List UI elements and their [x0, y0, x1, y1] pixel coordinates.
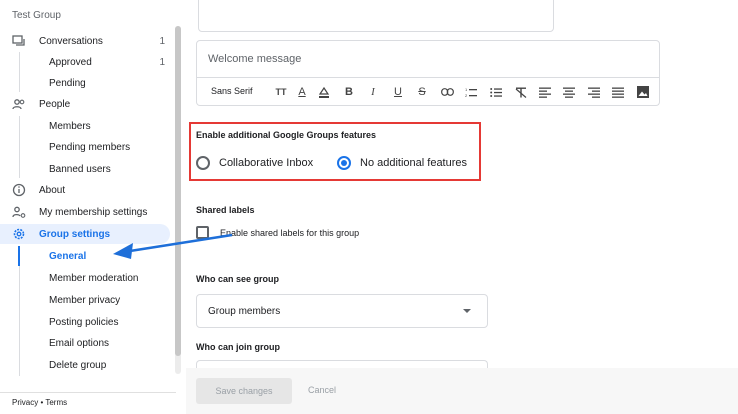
sidebar-item-about[interactable]: About: [0, 180, 172, 200]
sidebar-item-label: Group settings: [39, 228, 111, 240]
chevron-down-icon: [463, 309, 471, 313]
sidebar-item-label: Pending: [49, 77, 86, 89]
features-heading: Enable additional Google Groups features: [196, 130, 377, 140]
radio-collaborative-inbox[interactable]: Collaborative Inbox: [196, 156, 313, 170]
radio-label: Collaborative Inbox: [219, 157, 314, 169]
sidebar-item-label: Pending members: [49, 141, 131, 153]
radio-unchecked[interactable]: [196, 156, 210, 170]
sidebar-item-posting-policies[interactable]: Posting policies: [0, 312, 172, 332]
svg-text:1: 1: [465, 87, 468, 92]
shared-labels-checkbox-row[interactable]: Enable shared labels for this group: [196, 226, 359, 239]
clear-format-icon[interactable]: [513, 84, 529, 100]
sidebar-item-label: Banned users: [49, 163, 111, 175]
sidebar-item-label: Member privacy: [49, 294, 121, 306]
align-center-icon[interactable]: [561, 84, 577, 100]
sidebar-item-label: My membership settings: [39, 206, 148, 218]
sidebar-item-pending-members[interactable]: Pending members: [0, 137, 172, 157]
sidebar-item-member-privacy[interactable]: Member privacy: [0, 290, 172, 310]
count-badge: 1: [159, 56, 165, 68]
justify-icon[interactable]: [610, 84, 626, 100]
sidebar: Test Group Conversations 1 Approved 1 Pe…: [0, 0, 176, 414]
person-settings-icon: [12, 206, 26, 218]
sidebar-item-banned-users[interactable]: Banned users: [0, 159, 172, 179]
radio-checked[interactable]: [337, 156, 351, 170]
sidebar-item-members[interactable]: Members: [0, 116, 172, 136]
italic-icon[interactable]: I: [365, 84, 381, 100]
sidebar-item-delete-group[interactable]: Delete group: [0, 355, 172, 375]
sidebar-item-conversations[interactable]: Conversations 1: [0, 31, 172, 51]
chat-bubbles-icon: [12, 35, 25, 46]
gear-icon: [13, 228, 25, 240]
sidebar-item-email-options[interactable]: Email options: [0, 333, 172, 353]
select-value: Group members: [208, 305, 281, 317]
save-changes-button[interactable]: Save changes: [196, 378, 292, 404]
bulleted-list-icon[interactable]: [488, 84, 504, 100]
group-description-input[interactable]: [198, 0, 554, 32]
info-icon: [12, 183, 26, 197]
numbered-list-icon[interactable]: 12: [463, 84, 479, 100]
sidebar-item-general[interactable]: General: [0, 246, 172, 266]
align-right-icon[interactable]: [586, 84, 602, 100]
link-icon[interactable]: [439, 84, 455, 100]
sidebar-item-label: General: [49, 250, 87, 262]
radio-label: No additional features: [360, 157, 468, 169]
strikethrough-icon[interactable]: S: [414, 84, 430, 100]
shared-labels-checkbox[interactable]: [196, 226, 209, 239]
sidebar-item-label: People: [39, 98, 71, 110]
welcome-message-input[interactable]: Welcome message: [196, 40, 660, 78]
sidebar-item-label: Conversations: [39, 35, 103, 47]
welcome-placeholder: Welcome message: [208, 53, 302, 65]
sidebar-item-my-membership-settings[interactable]: My membership settings: [0, 202, 172, 222]
count-badge: 1: [159, 35, 165, 47]
who-can-see-select[interactable]: Group members: [196, 294, 488, 328]
who-can-see-heading: Who can see group: [196, 274, 280, 284]
font-family-select[interactable]: Sans Serif: [211, 86, 253, 96]
highlight-icon[interactable]: [316, 84, 332, 100]
sidebar-item-people[interactable]: People: [0, 94, 172, 114]
sidebar-item-member-moderation[interactable]: Member moderation: [0, 268, 172, 288]
who-can-join-heading: Who can join group: [196, 342, 280, 352]
sidebar-item-label: Delete group: [49, 359, 107, 371]
font-size-icon[interactable]: TT: [273, 84, 289, 100]
sidebar-scrollbar-thumb[interactable]: [175, 26, 181, 356]
footer-divider: [0, 392, 176, 393]
bold-icon[interactable]: B: [341, 84, 357, 100]
people-icon: [12, 99, 25, 110]
align-left-icon[interactable]: [537, 84, 553, 100]
action-bar: Save changes Cancel: [186, 368, 738, 414]
shared-labels-heading: Shared labels: [196, 205, 255, 215]
sidebar-item-pending[interactable]: Pending: [0, 73, 172, 93]
text-color-icon[interactable]: A: [294, 84, 310, 100]
underline-icon[interactable]: U: [390, 84, 406, 100]
sidebar-item-label: Member moderation: [49, 272, 139, 284]
checkbox-label: Enable shared labels for this group: [220, 227, 360, 238]
privacy-terms-link[interactable]: Privacy • Terms: [12, 398, 67, 407]
main-content: Welcome message Sans Serif TT A B I U S …: [186, 0, 738, 414]
sidebar-item-label: Email options: [49, 337, 110, 349]
rich-text-toolbar: Sans Serif TT A B I U S 12: [196, 78, 660, 106]
sidebar-item-label: Posting policies: [49, 316, 119, 328]
sidebar-item-label: Members: [49, 120, 91, 132]
group-name: Test Group: [12, 10, 61, 21]
sidebar-item-approved[interactable]: Approved 1: [0, 52, 172, 72]
sidebar-item-group-settings[interactable]: Group settings: [0, 224, 170, 244]
sidebar-item-label: Approved: [49, 56, 92, 68]
sidebar-item-label: About: [39, 184, 66, 196]
radio-no-additional-features[interactable]: No additional features: [337, 156, 467, 170]
svg-text:2: 2: [465, 93, 468, 98]
image-icon[interactable]: [635, 84, 651, 100]
cancel-button[interactable]: Cancel: [308, 385, 336, 395]
